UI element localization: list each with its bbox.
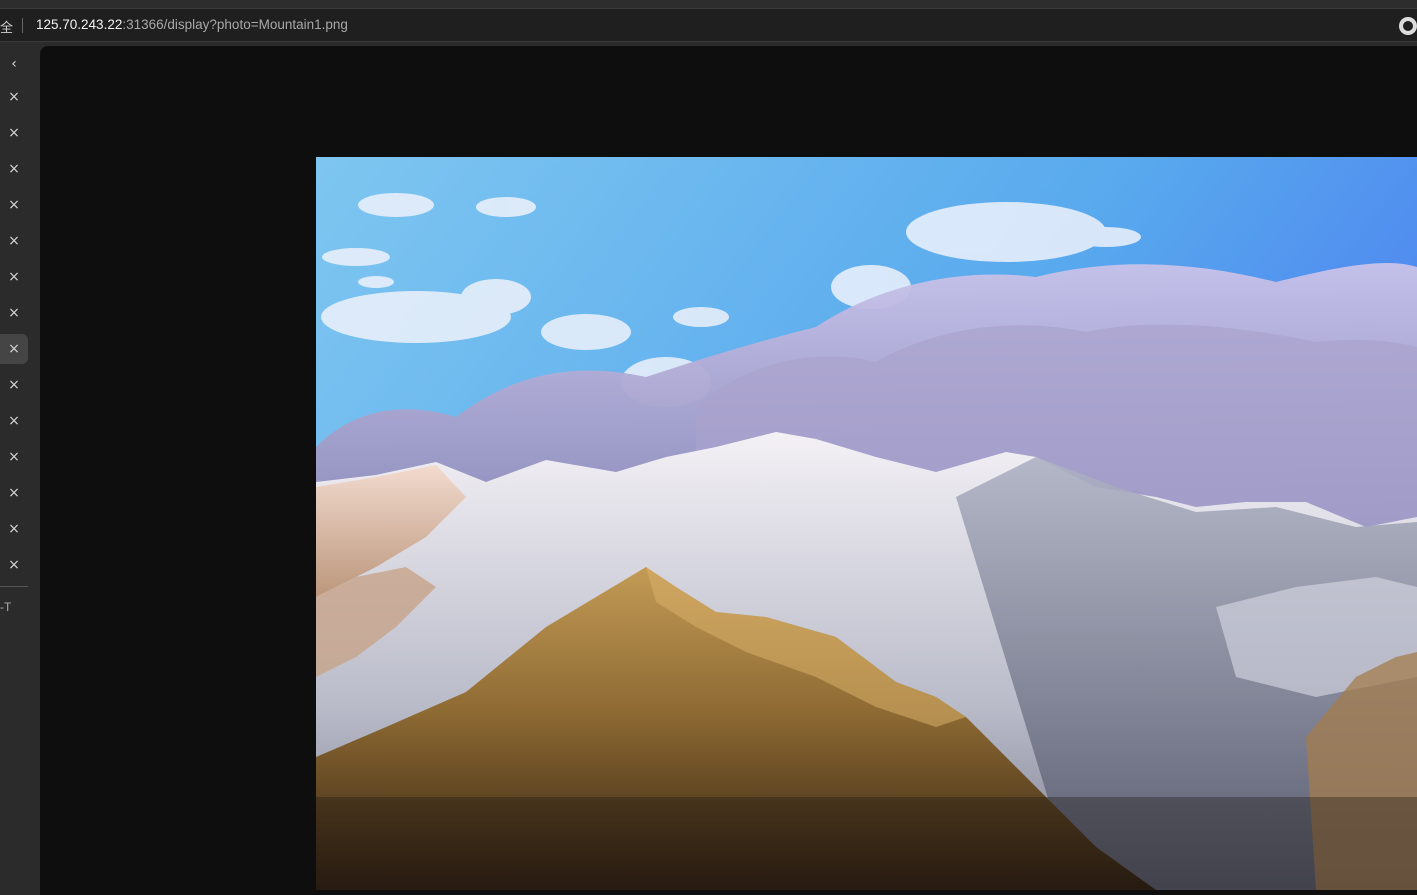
tab-close-icon[interactable]: × xyxy=(0,478,28,508)
address-bar[interactable]: 全 125.70.243.22:31366/display?photo=Moun… xyxy=(0,8,1417,42)
url-text[interactable]: 125.70.243.22:31366/display?photo=Mounta… xyxy=(36,17,348,32)
window-top-strip xyxy=(0,0,1417,8)
tab-close-icon[interactable]: × xyxy=(0,370,28,400)
tab-close-icon[interactable]: × xyxy=(0,406,28,436)
tab-close-icon[interactable]: × xyxy=(0,442,28,472)
new-tab-shortcut-label[interactable]: -T xyxy=(0,600,11,614)
tab-close-icon[interactable]: × xyxy=(0,82,28,112)
tab-close-icon[interactable]: × xyxy=(0,262,28,292)
tab-close-icon[interactable]: × xyxy=(0,190,28,220)
mountain-photo[interactable] xyxy=(316,157,1417,890)
tab-close-icon[interactable]: × xyxy=(0,514,28,544)
tab-close-icon[interactable]: × xyxy=(0,550,28,580)
mountain-landscape-image xyxy=(316,157,1417,890)
tab-close-icon[interactable]: × xyxy=(0,154,28,184)
vertical-tab-sidebar: ‹ × × × × × × × × × × × × × × -T xyxy=(0,42,30,895)
active-tab-close-icon[interactable]: × xyxy=(0,334,28,364)
url-host: 125.70.243.22 xyxy=(36,17,123,32)
url-path: :31366/display?photo=Mountain1.png xyxy=(122,17,348,32)
tab-close-icon[interactable]: × xyxy=(0,118,28,148)
address-separator xyxy=(22,18,23,33)
security-indicator[interactable]: 全 xyxy=(0,17,13,36)
edge-refresh-icon[interactable] xyxy=(1399,17,1417,35)
tab-close-icon[interactable]: × xyxy=(0,298,28,328)
sidebar-divider xyxy=(0,586,28,587)
tab-close-icon[interactable]: × xyxy=(0,226,28,256)
collapse-sidebar-chevron-icon[interactable]: ‹ xyxy=(0,49,28,79)
